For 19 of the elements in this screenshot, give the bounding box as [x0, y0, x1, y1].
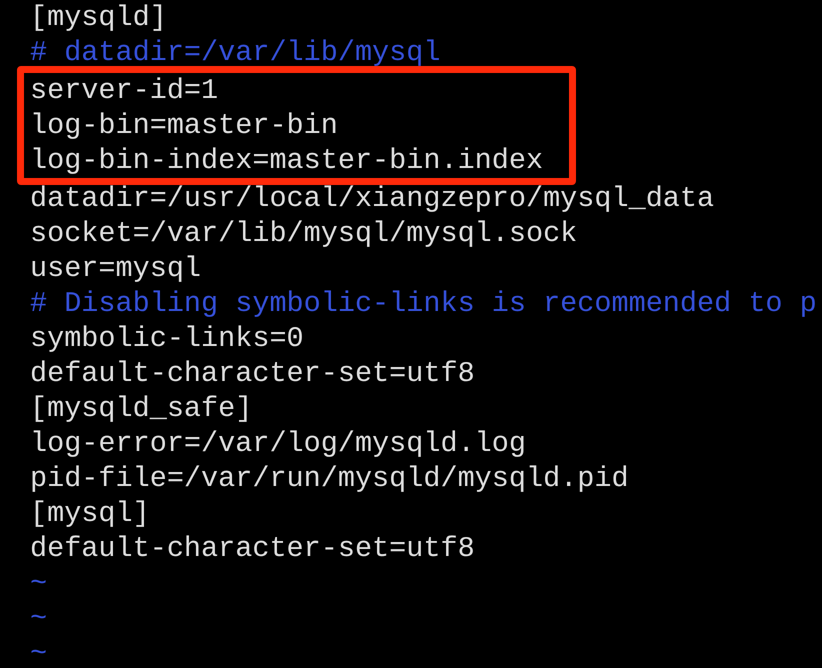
config-line: datadir=/usr/local/xiangzepro/mysql_data: [30, 181, 714, 216]
config-line: log-bin=master-bin: [30, 108, 338, 143]
config-line: [mysqld]: [30, 0, 167, 35]
code-comment: # datadir=/var/lib/mysql: [30, 35, 440, 70]
config-line: pid-file=/var/run/mysqld/mysqld.pid: [30, 461, 629, 496]
config-line: log-bin-index=master-bin.index: [30, 143, 544, 178]
config-line: default-character-set=utf8: [30, 356, 475, 391]
empty-line-tilde: ~: [30, 636, 48, 668]
config-line: log-error=/var/log/mysqld.log: [30, 426, 526, 461]
config-line: [mysqld_safe]: [30, 391, 252, 426]
config-line: socket=/var/lib/mysql/mysql.sock: [30, 216, 578, 251]
config-line: server-id=1: [30, 73, 218, 108]
empty-line-tilde: ~: [30, 601, 48, 636]
code-comment: # Disabling symbolic-links is recommended to p: [30, 286, 817, 321]
config-line: [mysql]: [30, 496, 150, 531]
config-line: symbolic-links=0: [30, 321, 304, 356]
config-line: default-character-set=utf8: [30, 531, 475, 566]
empty-line-tilde: ~: [30, 566, 48, 601]
config-line: user=mysql: [30, 251, 202, 286]
